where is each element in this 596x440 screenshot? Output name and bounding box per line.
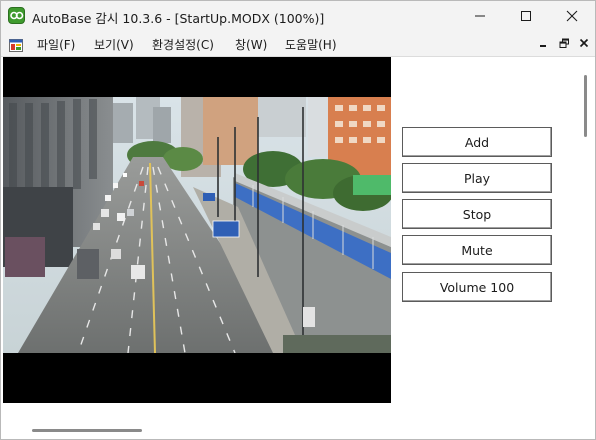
maximize-icon	[521, 11, 531, 21]
mdi-minimize-button[interactable]	[535, 35, 551, 51]
app-window: AutoBase 감시 10.3.6 - [StartUp.MODX (100%…	[0, 0, 596, 440]
volume-button[interactable]: Volume 100	[402, 272, 552, 302]
camera-feed-image	[3, 97, 391, 353]
mdi-close-icon	[579, 38, 589, 48]
close-icon	[566, 10, 578, 22]
menu-settings[interactable]: 환경설정(C)	[152, 36, 214, 53]
maximize-button[interactable]	[503, 1, 549, 31]
menu-view[interactable]: 보기(V)	[94, 36, 134, 53]
mute-button[interactable]: Mute	[402, 235, 552, 265]
play-button[interactable]: Play	[402, 163, 552, 193]
close-button[interactable]	[549, 1, 595, 31]
window-title: AutoBase 감시 10.3.6 - [StartUp.MODX (100%…	[32, 11, 325, 26]
title-bar[interactable]: AutoBase 감시 10.3.6 - [StartUp.MODX (100%…	[1, 1, 595, 31]
vertical-scrollbar-thumb[interactable]	[584, 75, 587, 137]
video-player[interactable]	[3, 57, 391, 403]
mdi-restore-button[interactable]	[556, 35, 572, 51]
client-area: Add Play Stop Mute Volume 100	[1, 57, 595, 439]
menu-bar: 파일(F) 보기(V) 환경설정(C) 창(W) 도움말(H)	[1, 31, 595, 57]
mdi-minimize-icon	[540, 45, 546, 47]
document-icon[interactable]	[9, 37, 23, 52]
minimize-button[interactable]	[457, 1, 503, 31]
menu-window[interactable]: 창(W)	[235, 36, 267, 53]
menu-file[interactable]: 파일(F)	[37, 36, 75, 53]
menu-help[interactable]: 도움말(H)	[285, 36, 337, 53]
add-button[interactable]: Add	[402, 127, 552, 157]
mdi-close-button[interactable]	[576, 35, 592, 51]
autobase-app-icon[interactable]	[8, 7, 25, 24]
minimize-icon	[475, 15, 485, 17]
horizontal-scrollbar-thumb[interactable]	[32, 429, 142, 432]
stop-button[interactable]: Stop	[402, 199, 552, 229]
mdi-restore-icon	[559, 38, 569, 48]
